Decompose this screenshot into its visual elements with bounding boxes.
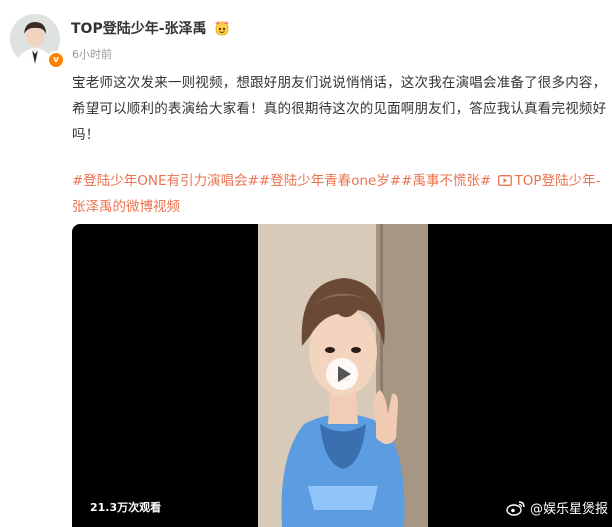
post-content: 宝老师这次发来一则视频，想跟好朋友们说说悄悄话，这次我在演唱会准备了很多内容，希… (72, 75, 607, 143)
fan-badge-icon[interactable] (213, 20, 231, 36)
username[interactable]: TOP登陆少年-张泽禹 (71, 18, 231, 38)
post-time[interactable]: 6小时前 (72, 46, 112, 62)
play-icon[interactable] (326, 358, 358, 390)
video-player[interactable]: 21.3万次观看 @娱乐星煲报 (72, 224, 612, 527)
watermark-text: @娱乐星煲报 (529, 502, 608, 517)
tag-zeyu[interactable]: #禹事不慌张# (401, 173, 491, 189)
view-count: 21.3万次观看 (90, 501, 162, 514)
watermark: @娱乐星煲报 (506, 498, 608, 517)
verified-icon: v (47, 51, 65, 69)
tag-concert[interactable]: #登陆少年ONE有引力演唱会# (72, 173, 259, 189)
tag-anniversary[interactable]: #登陆少年青春one岁# (259, 173, 401, 189)
weibo-logo-icon (506, 500, 525, 516)
username-text[interactable]: TOP登陆少年-张泽禹 (71, 18, 207, 38)
video-link-icon[interactable] (497, 175, 512, 186)
post-tags: #登陆少年ONE有引力演唱会##登陆少年青春one岁##禹事不慌张# TOP登陆… (72, 168, 608, 220)
